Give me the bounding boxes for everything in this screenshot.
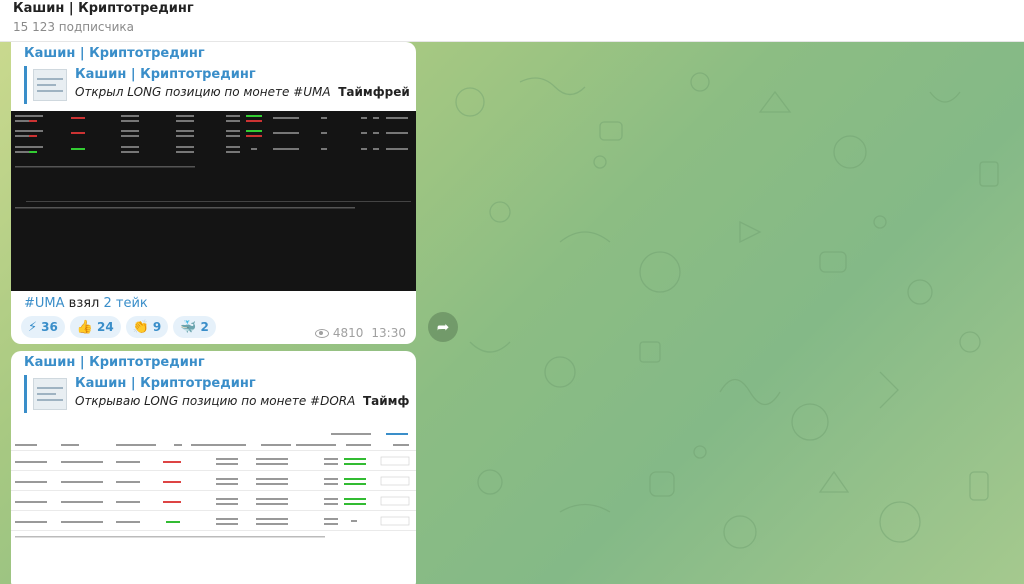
caption-text: взял [64, 296, 104, 311]
subscriber-count: 15 123 подписчика [13, 20, 135, 34]
reaction-count: 2 [200, 320, 209, 334]
reply-text-bold: Таймфре... [362, 394, 410, 408]
reply-text: Открываю LONG позицию по монете #DORA Та… [75, 394, 410, 408]
screenshot-content [11, 433, 416, 538]
message-time: 13:30 [371, 326, 406, 340]
chat-header[interactable]: Кашин | Криптотрединг 15 123 подписчика [0, 0, 1024, 42]
eye-icon [314, 328, 329, 338]
reply-quote[interactable]: Кашин | Криптотрединг Открываю LONG пози… [24, 375, 410, 413]
reply-text-italic: Открыл LONG позицию по монете #UMA [75, 85, 331, 99]
caption-link[interactable]: 2 тейк [104, 296, 148, 311]
reaction-clap[interactable]: 👏 9 [125, 316, 169, 338]
reply-author: Кашин | Криптотрединг [75, 67, 256, 82]
reply-thumbnail [33, 378, 67, 410]
screenshot-content [15, 115, 411, 209]
chat-area: Кашин | Криптотрединг Кашин | Криптотред… [0, 42, 1024, 584]
reaction-lightning[interactable]: ⚡ 36 [21, 316, 65, 338]
lightning-icon: ⚡ [28, 319, 38, 335]
message-meta: 4810 13:30 [314, 326, 406, 340]
forward-button[interactable]: ➦ [428, 312, 458, 342]
reaction-count: 9 [152, 320, 162, 334]
forward-icon: ➦ [436, 318, 450, 336]
post-channel-name[interactable]: Кашин | Криптотрединг [24, 46, 205, 61]
reactions-bar: ⚡ 36 👍 24 👏 9 🐳 2 [21, 316, 216, 338]
reply-quote[interactable]: Кашин | Криптотрединг Открыл LONG позици… [24, 66, 410, 104]
reaction-thumbs-up[interactable]: 👍 24 [69, 316, 121, 338]
thumbs-up-icon: 👍 [76, 319, 94, 335]
screenshot-image[interactable] [11, 111, 416, 291]
reply-author: Кашин | Криптотрединг [75, 376, 256, 391]
whale-icon: 🐳 [180, 319, 197, 335]
screenshot-image[interactable] [11, 430, 416, 584]
reply-text-bold: Таймфрейм ... [338, 85, 410, 99]
post-channel-name[interactable]: Кашин | Криптотрединг [24, 355, 205, 370]
reaction-count: 36 [41, 320, 58, 334]
reaction-count: 24 [97, 320, 114, 334]
reaction-whale[interactable]: 🐳 2 [173, 316, 216, 338]
message-bubble[interactable]: Кашин | Криптотрединг Кашин | Криптотред… [11, 351, 416, 584]
channel-title: Кашин | Криптотрединг [13, 1, 194, 16]
hashtag-link[interactable]: #UMA [24, 296, 65, 311]
reply-text-italic: Открываю LONG позицию по монете #DORA [75, 394, 356, 408]
post-caption: #UMA взял 2 тейк [24, 296, 148, 311]
reply-thumbnail [33, 69, 67, 101]
reply-text: Открыл LONG позицию по монете #UMA Таймф… [75, 85, 410, 99]
message-bubble[interactable]: Кашин | Криптотрединг Кашин | Криптотред… [11, 42, 416, 344]
clap-icon: 👏 [132, 319, 149, 335]
view-count: 4810 [332, 326, 364, 340]
